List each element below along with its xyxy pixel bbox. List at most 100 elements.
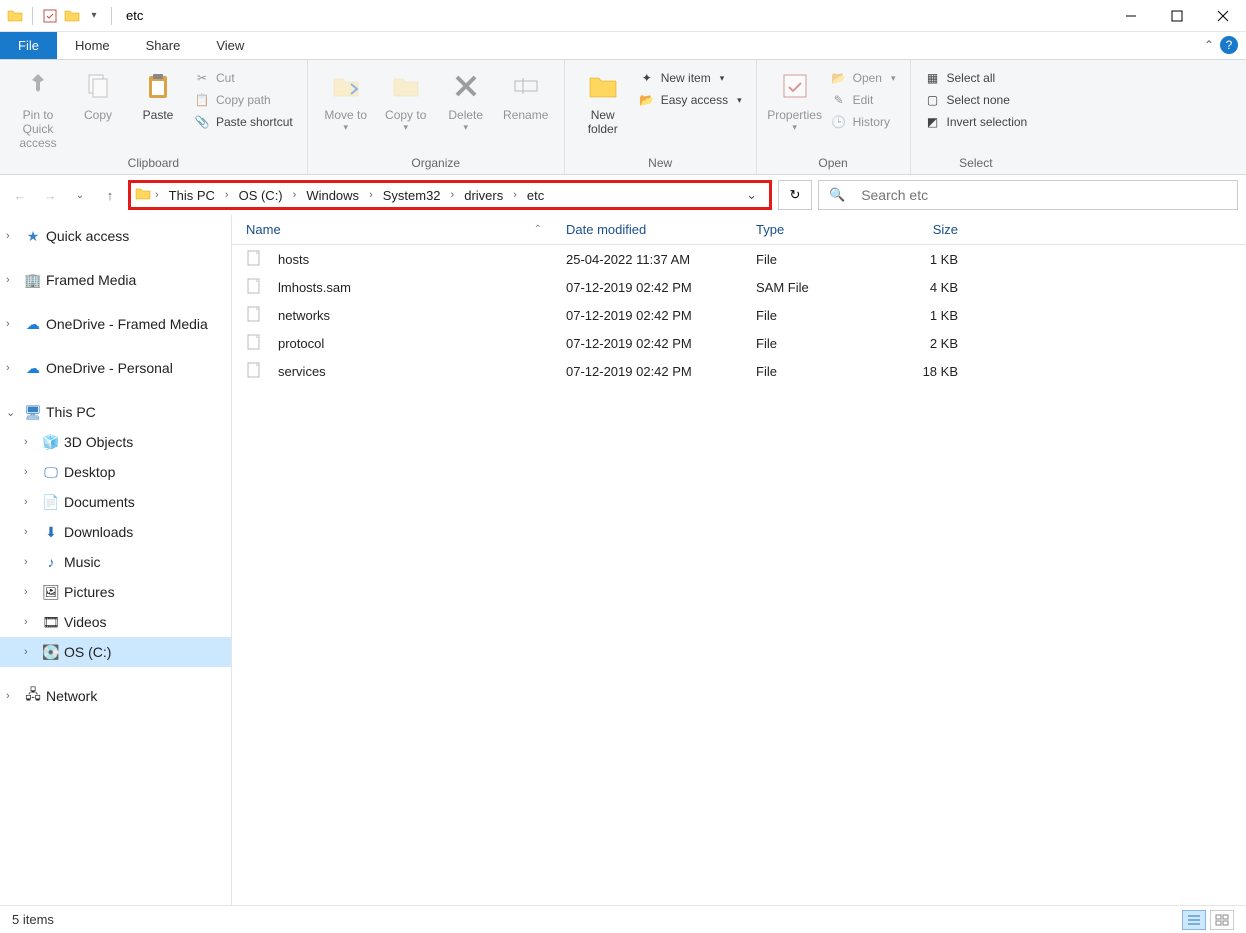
file-row[interactable]: networks07-12-2019 02:42 PMFile1 KB (232, 301, 1246, 329)
copy-icon (80, 68, 116, 104)
tree-3d-objects[interactable]: ›🧊3D Objects (0, 427, 231, 457)
search-input[interactable] (861, 187, 1227, 203)
copy-to-button[interactable]: Copy to▾ (376, 64, 436, 137)
qat-dropdown-icon[interactable]: ▾ (85, 7, 103, 25)
network-icon: 🖧 (24, 687, 42, 705)
cut-button[interactable]: ✂Cut (188, 68, 299, 88)
view-icons-button[interactable] (1210, 910, 1234, 930)
tab-view[interactable]: View (198, 32, 262, 59)
tab-home[interactable]: Home (57, 32, 128, 59)
group-label-open: Open (765, 154, 902, 174)
select-all-button[interactable]: ▦Select all (919, 68, 1034, 88)
pin-quick-access-button[interactable]: Pin to Quick access (8, 64, 68, 154)
address-bar[interactable]: › This PC › OS (C:) › Windows › System32… (128, 180, 772, 210)
file-list[interactable]: Name⌃ Date modified Type Size hosts25-04… (232, 215, 1246, 905)
collapse-ribbon-icon[interactable]: ⌃ (1204, 38, 1214, 52)
back-button[interactable]: ← (8, 183, 32, 207)
qat-properties-icon[interactable] (41, 7, 59, 25)
invert-selection-button[interactable]: ◩Invert selection (919, 112, 1034, 132)
pasteshort-icon: 📎 (194, 114, 210, 130)
delete-button[interactable]: Delete▾ (436, 64, 496, 137)
document-icon: 📄 (42, 493, 60, 511)
edit-button[interactable]: ✎Edit (825, 90, 902, 110)
properties-button[interactable]: Properties▾ (765, 64, 825, 137)
tab-share[interactable]: Share (128, 32, 199, 59)
search-icon: 🔍 (829, 187, 845, 203)
nav-row: ← → ⌄ ↑ › This PC › OS (C:) › Windows › … (0, 175, 1246, 215)
file-size: 1 KB (882, 252, 972, 267)
col-type[interactable]: Type (742, 222, 882, 237)
crumb-etc[interactable]: etc (521, 183, 550, 207)
cloud-icon: ☁ (24, 315, 42, 333)
tree-music[interactable]: ›♪Music (0, 547, 231, 577)
file-icon (246, 362, 264, 380)
crumb-os[interactable]: OS (C:) (233, 183, 289, 207)
col-size[interactable]: Size (882, 222, 972, 237)
minimize-button[interactable] (1108, 0, 1154, 32)
open-icon: 📂 (831, 70, 847, 86)
tree-desktop[interactable]: ›🖵Desktop (0, 457, 231, 487)
nav-tree[interactable]: ›★Quick access ›🏢Framed Media ›☁OneDrive… (0, 215, 232, 905)
copy-button[interactable]: Copy (68, 64, 128, 126)
crumb-system32[interactable]: System32 (377, 183, 447, 207)
file-size: 18 KB (882, 364, 972, 379)
file-row[interactable]: lmhosts.sam07-12-2019 02:42 PMSAM File4 … (232, 273, 1246, 301)
group-label-organize: Organize (316, 154, 556, 174)
view-details-button[interactable] (1182, 910, 1206, 930)
help-icon[interactable]: ? (1220, 36, 1238, 54)
tree-documents[interactable]: ›📄Documents (0, 487, 231, 517)
tree-quick-access[interactable]: ›★Quick access (0, 221, 231, 251)
file-type: File (742, 336, 882, 351)
new-folder-button[interactable]: New folder (573, 64, 633, 140)
crumb-thispc[interactable]: This PC (163, 183, 221, 207)
breadcrumb-sep[interactable]: › (153, 189, 161, 201)
pin-label: Pin to Quick access (10, 108, 66, 150)
forward-button[interactable]: → (38, 183, 62, 207)
tree-framed-media[interactable]: ›🏢Framed Media (0, 265, 231, 295)
tree-network[interactable]: ›🖧Network (0, 681, 231, 711)
rename-button[interactable]: Rename (496, 64, 556, 126)
crumb-drivers[interactable]: drivers (458, 183, 509, 207)
tree-downloads[interactable]: ›⬇Downloads (0, 517, 231, 547)
cut-icon: ✂ (194, 70, 210, 86)
copy-path-button[interactable]: 📋Copy path (188, 90, 299, 110)
tree-pictures[interactable]: ›🖼Pictures (0, 577, 231, 607)
address-dropdown-icon[interactable]: ⌄ (738, 187, 765, 203)
col-name[interactable]: Name⌃ (232, 222, 552, 237)
file-icon (246, 278, 264, 296)
close-button[interactable] (1200, 0, 1246, 32)
file-row[interactable]: services07-12-2019 02:42 PMFile18 KB (232, 357, 1246, 385)
up-button[interactable]: ↑ (98, 183, 122, 207)
select-none-button[interactable]: ▢Select none (919, 90, 1034, 110)
recent-dropdown[interactable]: ⌄ (68, 183, 92, 207)
tree-onedrive-personal[interactable]: ›☁OneDrive - Personal (0, 353, 231, 383)
history-button[interactable]: 🕒History (825, 112, 902, 132)
status-text: 5 items (12, 912, 54, 927)
paste-label: Paste (143, 108, 174, 122)
file-row[interactable]: hosts25-04-2022 11:37 AMFile1 KB (232, 245, 1246, 273)
tree-onedrive-framed[interactable]: ›☁OneDrive - Framed Media (0, 309, 231, 339)
open-button[interactable]: 📂Open▾ (825, 68, 902, 88)
easy-access-button[interactable]: 📂Easy access▾ (633, 90, 748, 110)
tree-videos[interactable]: ›🎞Videos (0, 607, 231, 637)
tab-file[interactable]: File (0, 32, 57, 59)
maximize-button[interactable] (1154, 0, 1200, 32)
file-date: 25-04-2022 11:37 AM (552, 252, 742, 267)
new-item-button[interactable]: ✦New item▾ (633, 68, 748, 88)
crumb-windows[interactable]: Windows (300, 183, 365, 207)
file-row[interactable]: protocol07-12-2019 02:42 PMFile2 KB (232, 329, 1246, 357)
qat-newfolder-icon[interactable] (63, 7, 81, 25)
building-icon: 🏢 (24, 271, 42, 289)
col-date[interactable]: Date modified (552, 222, 742, 237)
titlebar: ▾ etc (0, 0, 1246, 32)
tree-os-c[interactable]: ›💽OS (C:) (0, 637, 231, 667)
search-box[interactable]: 🔍 (818, 180, 1238, 210)
drive-icon: 💽 (42, 643, 60, 661)
main-area: ›★Quick access ›🏢Framed Media ›☁OneDrive… (0, 215, 1246, 905)
file-size: 4 KB (882, 280, 972, 295)
paste-shortcut-button[interactable]: 📎Paste shortcut (188, 112, 299, 132)
paste-button[interactable]: Paste (128, 64, 188, 126)
refresh-button[interactable]: ↻ (778, 180, 812, 210)
tree-this-pc[interactable]: ⌄🖥This PC (0, 397, 231, 427)
move-to-button[interactable]: Move to▾ (316, 64, 376, 137)
